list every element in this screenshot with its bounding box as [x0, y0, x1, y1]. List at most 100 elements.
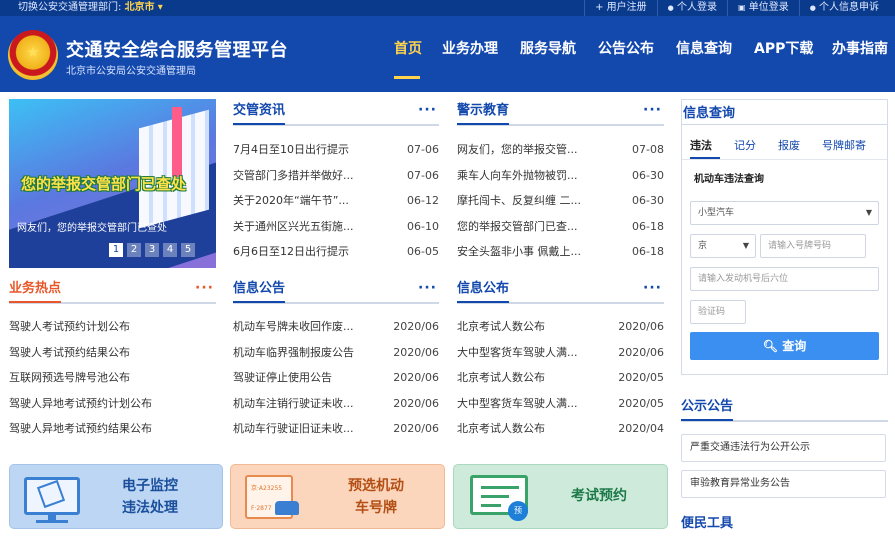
- public-notice-section-header: 公示公告: [681, 398, 888, 422]
- list-item[interactable]: 6月6日至12日出行提示 06-05: [233, 239, 439, 265]
- more-icon[interactable]: ···: [418, 280, 437, 296]
- list-item[interactable]: 驾驶人考试预约计划公布: [9, 314, 216, 340]
- register-link[interactable]: + 用户注册: [584, 0, 657, 16]
- tile-label: 考试预约: [571, 488, 627, 504]
- tab-plate-mail[interactable]: 号牌邮寄: [822, 132, 874, 159]
- info-pub-list: 北京考试人数公布 2020/06 大中型客货车驾驶人满... 2020/06 北京考…: [457, 314, 664, 442]
- profile-icon: ●: [809, 4, 816, 12]
- info-query-title: 信息查询: [683, 106, 736, 121]
- user-icon: ●: [667, 4, 674, 12]
- chevron-down-icon: ▼: [742, 241, 749, 250]
- site-title[interactable]: 交通安全综合服务管理平台: [66, 36, 288, 62]
- info-pub-section-header: 信息公布 ···: [457, 280, 664, 304]
- main-nav: 首页 业务办理 服务导航 公告公布 信息查询 APP下载 办事指南: [383, 40, 893, 80]
- police-emblem-icon[interactable]: ★: [8, 30, 58, 80]
- more-icon[interactable]: ···: [195, 280, 214, 296]
- list-item[interactable]: 驾驶人异地考试预约结果公布: [9, 416, 216, 442]
- exam-booking-tile[interactable]: 预 考试预约: [453, 464, 668, 529]
- list-item[interactable]: 交管部门多措并举做好... 07-06: [233, 163, 439, 189]
- info-query-panel: 信息查询 违法 记分 报废 号牌邮寄 机动车违法查询 小型汽车 ▼ 京 ▼ 请输入号…: [681, 99, 888, 375]
- nav-service-guide[interactable]: 服务导航: [509, 40, 587, 80]
- tab-violation[interactable]: 违法: [690, 132, 720, 159]
- public-notice-item[interactable]: 严重交通违法行为公开公示: [681, 434, 886, 462]
- list-item[interactable]: 网友们，您的举报交管... 07-08: [457, 137, 664, 163]
- vehicle-type-select[interactable]: 小型汽车 ▼: [690, 201, 879, 225]
- tab-scrap[interactable]: 报废: [778, 132, 808, 159]
- banner-caption[interactable]: 网友们，您的举报交管部门已查处: [17, 219, 167, 234]
- list-item[interactable]: 机动车注销行驶证未收... 2020/06: [233, 391, 439, 417]
- banner-headline: 您的举报交管部门已查处: [21, 175, 187, 193]
- list-item[interactable]: 机动车临界强制报废公告 2020/06: [233, 340, 439, 366]
- nav-business[interactable]: 业务办理: [431, 40, 509, 80]
- carousel-dot[interactable]: 5: [181, 243, 195, 257]
- list-item[interactable]: 7月4日至10日出行提示 07-06: [233, 137, 439, 163]
- seal-icon: 预: [508, 501, 528, 521]
- nav-home[interactable]: 首页: [383, 40, 431, 80]
- carousel-dot[interactable]: 4: [163, 243, 177, 257]
- list-item[interactable]: 摩托闯卡、反复纠缠 二... 06-30: [457, 188, 664, 214]
- personal-login-link[interactable]: ● 个人登录: [656, 0, 727, 16]
- nav-guide[interactable]: 办事指南: [821, 40, 893, 80]
- list-item[interactable]: 您的举报交管部门已查... 06-18: [457, 214, 664, 240]
- carousel-dot[interactable]: 2: [127, 243, 141, 257]
- building-icon: ▣: [737, 3, 746, 12]
- tab-points[interactable]: 记分: [734, 132, 764, 159]
- top-links: + 用户注册 ● 个人登录 ▣ 单位登录 ● 个人信息申诉: [584, 0, 889, 16]
- search-icon: 🔍︎: [762, 339, 779, 353]
- nav-info-query[interactable]: 信息查询: [665, 40, 743, 80]
- top-bar: 切换公安交通管理部门: 北京市 ▾ + 用户注册 ● 个人登录 ▣ 单位登录 ●…: [0, 0, 895, 16]
- appeal-link[interactable]: ● 个人信息申诉: [798, 0, 889, 16]
- captcha-input[interactable]: 验证码: [690, 300, 746, 324]
- plate-preselect-tile[interactable]: 京·A23255 F·2877 预选机动 车号牌: [230, 464, 445, 529]
- info-pub-title[interactable]: 信息公布: [457, 280, 510, 303]
- public-notice-item[interactable]: 审验教育异常业务公告: [681, 470, 886, 498]
- list-item[interactable]: 北京考试人数公布 2020/06: [457, 314, 664, 340]
- list-item[interactable]: 互联网预选号牌号池公布: [9, 365, 216, 391]
- unit-login-link[interactable]: ▣ 单位登录: [726, 0, 799, 16]
- banner-carousel[interactable]: 您的举报交管部门已查处 网友们，您的举报交管部门已查处 1 2 3 4 5: [9, 99, 216, 268]
- query-subtitle: 机动车违法查询: [694, 174, 764, 185]
- carousel-dot[interactable]: 3: [145, 243, 159, 257]
- more-icon[interactable]: ···: [643, 280, 662, 296]
- carousel-dots: 1 2 3 4 5: [109, 243, 199, 257]
- nav-announcements[interactable]: 公告公布: [587, 40, 665, 80]
- list-item[interactable]: 北京考试人数公布 2020/04: [457, 416, 664, 442]
- dept-value[interactable]: 北京市: [125, 2, 155, 13]
- query-tabs: 违法 记分 报废 号牌邮寄: [682, 132, 887, 160]
- warning-list: 网友们，您的举报交管... 07-08 乘车人向车外抛物被罚... 06-30 摩托…: [457, 137, 664, 265]
- carousel-dot[interactable]: 1: [109, 243, 123, 257]
- tile-label: 预选机动 车号牌: [348, 478, 404, 516]
- site-subtitle: 北京市公安局公安交通管理局: [66, 66, 196, 77]
- nav-app-download[interactable]: APP下载: [743, 40, 821, 80]
- list-item[interactable]: 大中型客货车驾驶人满... 2020/05: [457, 391, 664, 417]
- list-item[interactable]: 机动车号牌未收回作废... 2020/06: [233, 314, 439, 340]
- list-item[interactable]: 驾驶证停止使用公告 2020/06: [233, 365, 439, 391]
- plus-icon: +: [595, 2, 604, 13]
- public-notice-title[interactable]: 公示公告: [681, 398, 734, 421]
- info-notice-title[interactable]: 信息公告: [233, 280, 286, 303]
- engine-number-input[interactable]: 请输入发动机号后六位: [690, 267, 879, 291]
- list-item[interactable]: 机动车行驶证旧证未收... 2020/06: [233, 416, 439, 442]
- e-monitor-tile[interactable]: 电子监控 违法处理: [9, 464, 223, 529]
- hot-title[interactable]: 业务热点: [9, 280, 62, 303]
- query-button[interactable]: 🔍︎ 查询: [690, 332, 879, 360]
- warning-title[interactable]: 警示教育: [457, 102, 510, 125]
- dept-switcher[interactable]: 切换公安交通管理部门: 北京市 ▾: [18, 0, 163, 16]
- list-item[interactable]: 乘车人向车外抛物被罚... 06-30: [457, 163, 664, 189]
- list-item[interactable]: 大中型客货车驾驶人满... 2020/06: [457, 340, 664, 366]
- warning-section-header: 警示教育 ···: [457, 102, 664, 126]
- more-icon[interactable]: ···: [643, 102, 662, 118]
- list-item[interactable]: 安全头盔非小事 佩戴上... 06-18: [457, 239, 664, 265]
- province-select[interactable]: 京 ▼: [690, 234, 756, 258]
- news-list: 7月4日至10日出行提示 07-06 交管部门多措并举做好... 07-06 关于2…: [233, 137, 439, 265]
- list-item[interactable]: 关于通州区兴光五街施... 06-10: [233, 214, 439, 240]
- plate-input[interactable]: 请输入号牌号码: [760, 234, 866, 258]
- tile-label: 电子监控 违法处理: [122, 478, 178, 516]
- news-title[interactable]: 交管资讯: [233, 102, 286, 125]
- more-icon[interactable]: ···: [418, 102, 437, 118]
- list-item[interactable]: 关于2020年“端午节”... 06-12: [233, 188, 439, 214]
- list-item[interactable]: 北京考试人数公布 2020/05: [457, 365, 664, 391]
- list-item[interactable]: 驾驶人异地考试预约计划公布: [9, 391, 216, 417]
- chevron-down-icon[interactable]: ▾: [158, 2, 163, 13]
- list-item[interactable]: 驾驶人考试预约结果公布: [9, 340, 216, 366]
